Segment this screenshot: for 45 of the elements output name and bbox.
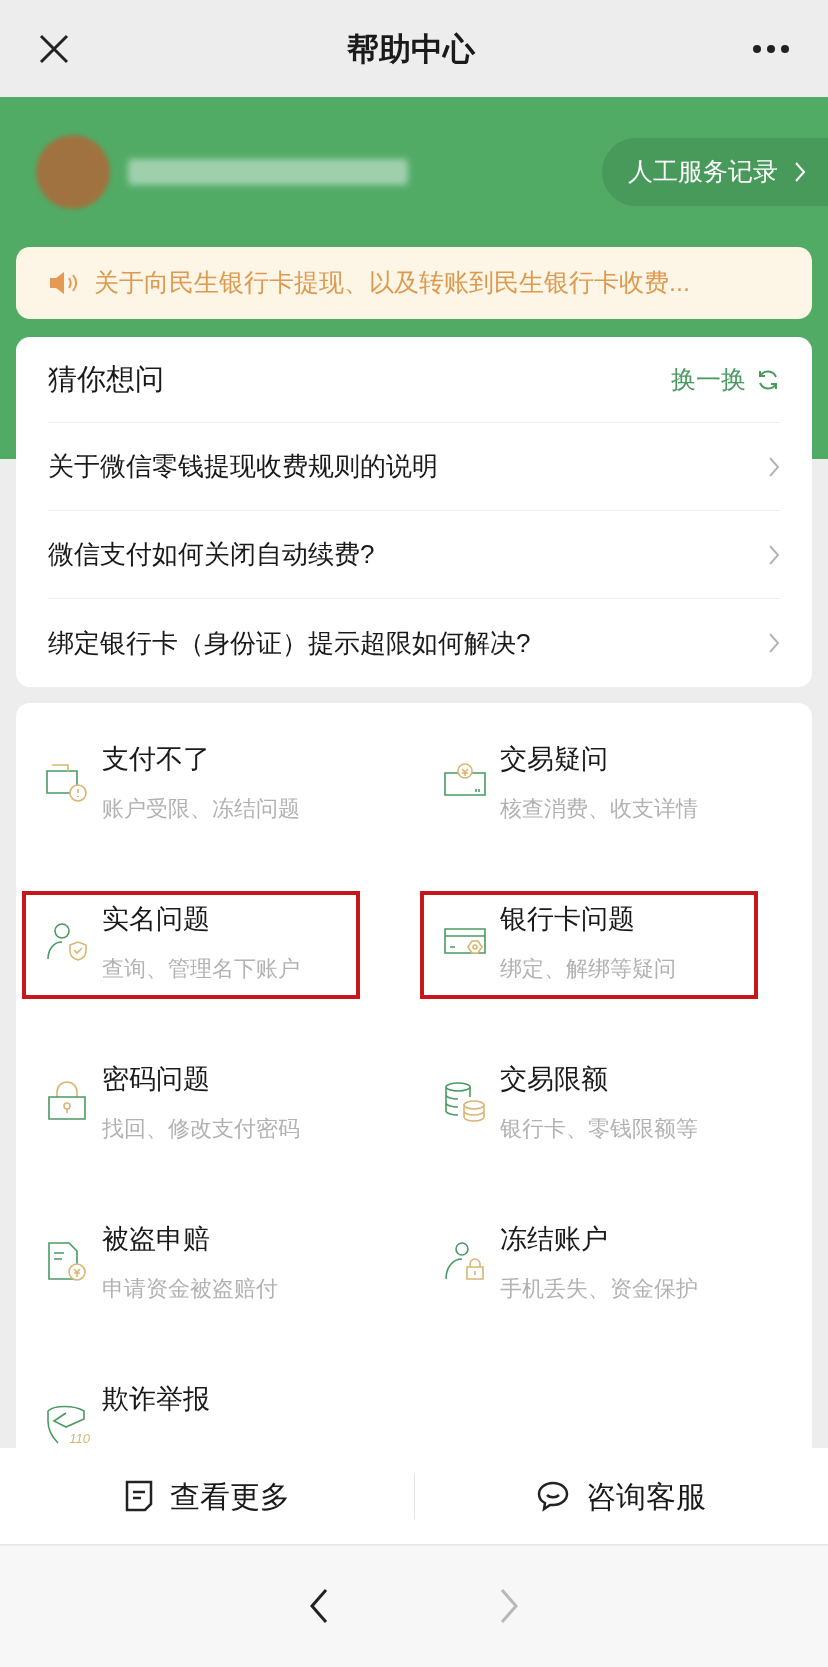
chevron-right-icon (768, 632, 780, 654)
category-title: 银行卡问题 (500, 903, 636, 936)
category-subtitle: 查询、管理名下账户 (102, 954, 300, 983)
question-item[interactable]: 微信支付如何关闭自动续费? (48, 511, 780, 599)
back-button[interactable] (309, 1588, 329, 1624)
question-item[interactable]: 绑定银行卡（身份证）提示超限如何解决? (48, 599, 780, 687)
category-title: 实名问题 (102, 903, 211, 936)
category-title: 密码问题 (102, 1063, 211, 1096)
category-title: 被盗申赔 (102, 1223, 211, 1256)
category-item[interactable]: 银行卡问题 绑定、解绑等疑问 (424, 895, 754, 995)
category-subtitle: 银行卡、零钱限额等 (500, 1114, 698, 1143)
category-subtitle: 核查消费、收支详情 (500, 794, 698, 823)
chevron-right-icon (768, 543, 780, 566)
category-item[interactable]: 110 欺诈举报 (26, 1375, 356, 1448)
chevron-right-icon (768, 455, 780, 478)
category-item[interactable]: 冻结账户 手机丢失、资金保护 (424, 1215, 754, 1315)
category-subtitle: 申请资金被盗赔付 (102, 1274, 278, 1303)
category-title: 冻结账户 (500, 1223, 609, 1256)
notice-text: 关于向民生银行卡提现、以及转账到民生银行卡收费... (94, 267, 690, 299)
close-icon[interactable] (38, 32, 70, 65)
chevron-right-icon (794, 161, 806, 183)
category-item[interactable]: 被盗申赔 申请资金被盗赔付 (26, 1215, 356, 1315)
window-title: 帮助中心 (347, 29, 475, 69)
category-item[interactable]: 实名问题 查询、管理名下账户 (26, 895, 356, 995)
category-title: 交易限额 (500, 1063, 609, 1096)
view-more-button[interactable]: 查看更多 (123, 1473, 290, 1519)
category-subtitle: 绑定、解绑等疑问 (500, 954, 676, 983)
category-subtitle: 手机丢失、资金保护 (500, 1274, 698, 1303)
category-item[interactable]: 交易疑问 核查消费、收支详情 (424, 735, 754, 835)
speaker-icon (48, 270, 78, 296)
category-title: 支付不了 (102, 743, 211, 776)
category-item[interactable]: 交易限额 银行卡、零钱限额等 (424, 1055, 754, 1155)
customer-service-button[interactable]: 咨询客服 (536, 1473, 707, 1519)
question-item[interactable]: 关于微信零钱提现收费规则的说明 (48, 423, 780, 511)
chat-bubble-icon (536, 1480, 571, 1512)
section-title: 猜你想问 (48, 361, 164, 397)
category-item[interactable]: 密码问题 找回、修改支付密码 (26, 1055, 356, 1155)
category-title: 欺诈举报 (102, 1383, 210, 1416)
coin-stack-icon (442, 1079, 488, 1125)
category-title: 交易疑问 (500, 743, 609, 776)
document-icon (123, 1479, 154, 1513)
category-subtitle: 找回、修改支付密码 (102, 1114, 300, 1143)
category-subtitle: 账户受限、冻结问题 (102, 794, 300, 823)
category-item[interactable]: 支付不了 账户受限、冻结问题 (26, 735, 356, 835)
more-icon[interactable] (752, 43, 790, 54)
